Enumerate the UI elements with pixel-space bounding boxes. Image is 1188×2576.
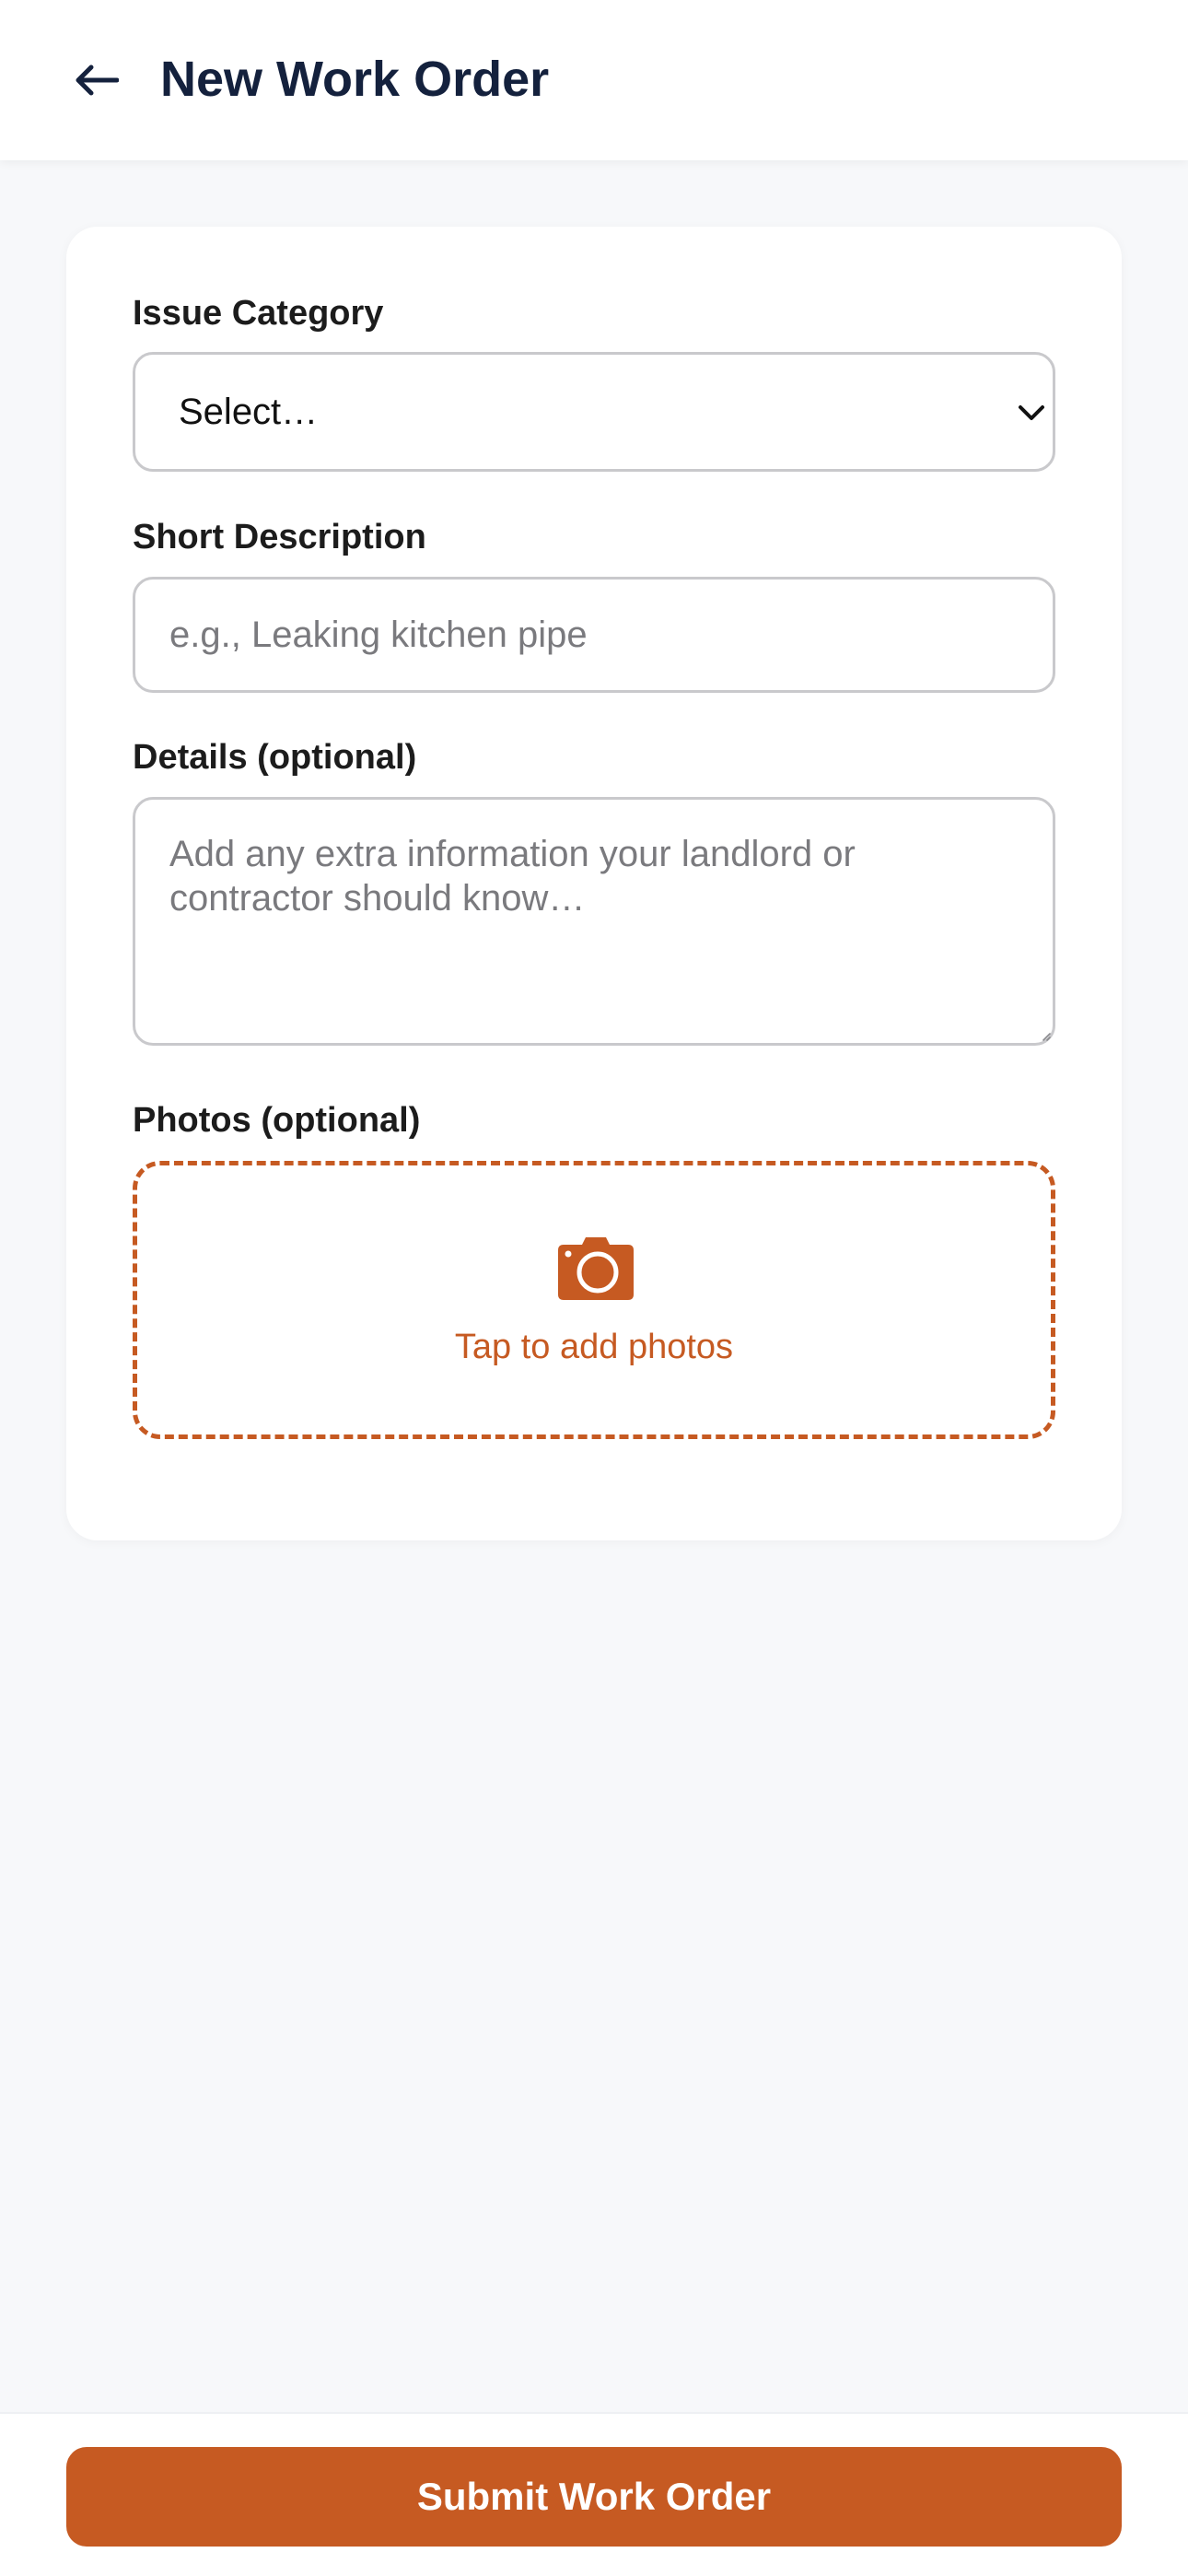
short-description-field [133,577,1055,693]
details-field [133,797,1055,1046]
add-photos-dropzone[interactable]: Tap to add photos [133,1161,1055,1439]
details-textarea[interactable] [135,800,1053,1043]
arrow-left-icon [76,64,119,96]
short-description-label: Short Description [133,518,426,556]
submit-work-order-button[interactable]: Submit Work Order [66,2447,1122,2547]
resize-handle-icon[interactable] [1040,1030,1051,1041]
issue-category-select[interactable]: Select… [133,352,1055,472]
app-header: New Work Order [0,0,1188,160]
details-label: Details (optional) [133,738,417,777]
add-photos-text: Tap to add photos [454,1328,734,1366]
short-description-input[interactable] [135,580,1053,690]
work-order-form-card: Issue Category Select… Short Description… [66,227,1122,1540]
chevron-down-icon [1019,405,1044,420]
issue-category-label: Issue Category [133,294,384,333]
camera-icon [558,1237,634,1300]
footer-bar: Submit Work Order [0,2412,1188,2576]
photos-label: Photos (optional) [133,1101,421,1140]
issue-category-selected-value: Select… [179,392,319,432]
back-button[interactable] [64,51,129,110]
page-title: New Work Order [160,52,550,107]
